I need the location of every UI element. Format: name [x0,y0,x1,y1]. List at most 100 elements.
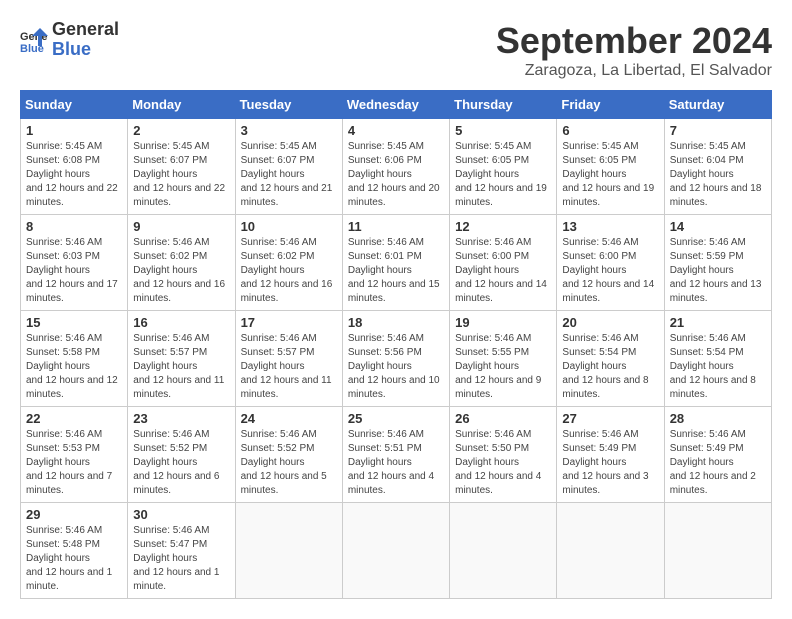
day-info: Sunrise: 5:46 AM Sunset: 5:49 PM Dayligh… [670,428,766,498]
day-info: Sunrise: 5:46 AM Sunset: 5:52 PM Dayligh… [133,428,229,498]
logo-line2: Blue [52,40,119,60]
day-info: Sunrise: 5:46 AM Sunset: 5:56 PM Dayligh… [348,332,444,402]
day-info: Sunrise: 5:45 AM Sunset: 6:07 PM Dayligh… [133,140,229,210]
day-number: 25 [348,411,444,426]
day-info: Sunrise: 5:46 AM Sunset: 5:58 PM Dayligh… [26,332,122,402]
day-number: 15 [26,315,122,330]
day-number: 21 [670,315,766,330]
calendar-cell: 26 Sunrise: 5:46 AM Sunset: 5:50 PM Dayl… [450,407,557,503]
day-number: 18 [348,315,444,330]
day-number: 16 [133,315,229,330]
calendar-cell [235,503,342,599]
calendar-header-wednesday: Wednesday [342,91,449,119]
day-number: 3 [241,123,337,138]
day-info: Sunrise: 5:45 AM Sunset: 6:08 PM Dayligh… [26,140,122,210]
calendar-header-saturday: Saturday [664,91,771,119]
calendar-cell: 30 Sunrise: 5:46 AM Sunset: 5:47 PM Dayl… [128,503,235,599]
calendar-cell: 2 Sunrise: 5:45 AM Sunset: 6:07 PM Dayli… [128,119,235,215]
day-number: 2 [133,123,229,138]
calendar-cell: 10 Sunrise: 5:46 AM Sunset: 6:02 PM Dayl… [235,215,342,311]
day-info: Sunrise: 5:46 AM Sunset: 5:52 PM Dayligh… [241,428,337,498]
month-title: September 2024 [496,20,772,62]
calendar-header-thursday: Thursday [450,91,557,119]
day-number: 13 [562,219,658,234]
day-number: 8 [26,219,122,234]
calendar-cell [664,503,771,599]
calendar-cell: 13 Sunrise: 5:46 AM Sunset: 6:00 PM Dayl… [557,215,664,311]
day-info: Sunrise: 5:46 AM Sunset: 5:55 PM Dayligh… [455,332,551,402]
day-info: Sunrise: 5:46 AM Sunset: 6:00 PM Dayligh… [455,236,551,306]
day-info: Sunrise: 5:45 AM Sunset: 6:05 PM Dayligh… [562,140,658,210]
day-info: Sunrise: 5:46 AM Sunset: 5:57 PM Dayligh… [133,332,229,402]
day-number: 10 [241,219,337,234]
calendar-header-friday: Friday [557,91,664,119]
calendar-cell: 19 Sunrise: 5:46 AM Sunset: 5:55 PM Dayl… [450,311,557,407]
day-info: Sunrise: 5:45 AM Sunset: 6:05 PM Dayligh… [455,140,551,210]
day-number: 1 [26,123,122,138]
title-block: September 2024 Zaragoza, La Libertad, El… [496,20,772,80]
calendar-cell: 27 Sunrise: 5:46 AM Sunset: 5:49 PM Dayl… [557,407,664,503]
calendar-cell: 1 Sunrise: 5:45 AM Sunset: 6:08 PM Dayli… [21,119,128,215]
calendar-week-5: 29 Sunrise: 5:46 AM Sunset: 5:48 PM Dayl… [21,503,772,599]
calendar-cell: 23 Sunrise: 5:46 AM Sunset: 5:52 PM Dayl… [128,407,235,503]
day-number: 12 [455,219,551,234]
calendar-body: 1 Sunrise: 5:45 AM Sunset: 6:08 PM Dayli… [21,119,772,599]
calendar-cell [342,503,449,599]
calendar-cell: 6 Sunrise: 5:45 AM Sunset: 6:05 PM Dayli… [557,119,664,215]
day-info: Sunrise: 5:46 AM Sunset: 6:01 PM Dayligh… [348,236,444,306]
calendar-cell: 8 Sunrise: 5:46 AM Sunset: 6:03 PM Dayli… [21,215,128,311]
day-number: 28 [670,411,766,426]
day-info: Sunrise: 5:46 AM Sunset: 5:48 PM Dayligh… [26,524,122,594]
logo-line1: General [52,20,119,40]
calendar-cell: 18 Sunrise: 5:46 AM Sunset: 5:56 PM Dayl… [342,311,449,407]
calendar-header-monday: Monday [128,91,235,119]
day-number: 26 [455,411,551,426]
calendar-week-1: 1 Sunrise: 5:45 AM Sunset: 6:08 PM Dayli… [21,119,772,215]
day-info: Sunrise: 5:46 AM Sunset: 6:03 PM Dayligh… [26,236,122,306]
calendar-header-tuesday: Tuesday [235,91,342,119]
calendar-cell: 4 Sunrise: 5:45 AM Sunset: 6:06 PM Dayli… [342,119,449,215]
calendar-week-4: 22 Sunrise: 5:46 AM Sunset: 5:53 PM Dayl… [21,407,772,503]
page-header: General Blue General Blue September 2024… [20,20,772,80]
day-info: Sunrise: 5:46 AM Sunset: 6:00 PM Dayligh… [562,236,658,306]
day-info: Sunrise: 5:46 AM Sunset: 5:49 PM Dayligh… [562,428,658,498]
calendar-cell: 15 Sunrise: 5:46 AM Sunset: 5:58 PM Dayl… [21,311,128,407]
calendar-cell [450,503,557,599]
calendar-cell: 17 Sunrise: 5:46 AM Sunset: 5:57 PM Dayl… [235,311,342,407]
day-number: 19 [455,315,551,330]
day-number: 22 [26,411,122,426]
calendar-cell: 22 Sunrise: 5:46 AM Sunset: 5:53 PM Dayl… [21,407,128,503]
calendar-header-sunday: Sunday [21,91,128,119]
calendar-cell: 7 Sunrise: 5:45 AM Sunset: 6:04 PM Dayli… [664,119,771,215]
day-info: Sunrise: 5:45 AM Sunset: 6:07 PM Dayligh… [241,140,337,210]
day-info: Sunrise: 5:45 AM Sunset: 6:04 PM Dayligh… [670,140,766,210]
day-info: Sunrise: 5:46 AM Sunset: 6:02 PM Dayligh… [241,236,337,306]
day-info: Sunrise: 5:46 AM Sunset: 5:59 PM Dayligh… [670,236,766,306]
day-number: 14 [670,219,766,234]
day-number: 6 [562,123,658,138]
calendar-cell: 12 Sunrise: 5:46 AM Sunset: 6:00 PM Dayl… [450,215,557,311]
day-number: 17 [241,315,337,330]
calendar-cell: 9 Sunrise: 5:46 AM Sunset: 6:02 PM Dayli… [128,215,235,311]
calendar-cell: 5 Sunrise: 5:45 AM Sunset: 6:05 PM Dayli… [450,119,557,215]
day-info: Sunrise: 5:46 AM Sunset: 6:02 PM Dayligh… [133,236,229,306]
calendar-cell: 29 Sunrise: 5:46 AM Sunset: 5:48 PM Dayl… [21,503,128,599]
day-number: 27 [562,411,658,426]
logo-text: General Blue [52,20,119,60]
calendar-cell: 14 Sunrise: 5:46 AM Sunset: 5:59 PM Dayl… [664,215,771,311]
day-info: Sunrise: 5:46 AM Sunset: 5:57 PM Dayligh… [241,332,337,402]
day-info: Sunrise: 5:46 AM Sunset: 5:51 PM Dayligh… [348,428,444,498]
day-number: 5 [455,123,551,138]
day-number: 9 [133,219,229,234]
day-info: Sunrise: 5:46 AM Sunset: 5:54 PM Dayligh… [670,332,766,402]
calendar-cell: 24 Sunrise: 5:46 AM Sunset: 5:52 PM Dayl… [235,407,342,503]
day-number: 29 [26,507,122,522]
day-number: 20 [562,315,658,330]
logo: General Blue General Blue [20,20,119,60]
day-number: 30 [133,507,229,522]
calendar-header-row: SundayMondayTuesdayWednesdayThursdayFrid… [21,91,772,119]
day-number: 4 [348,123,444,138]
calendar-cell: 21 Sunrise: 5:46 AM Sunset: 5:54 PM Dayl… [664,311,771,407]
calendar-cell: 3 Sunrise: 5:45 AM Sunset: 6:07 PM Dayli… [235,119,342,215]
day-number: 24 [241,411,337,426]
